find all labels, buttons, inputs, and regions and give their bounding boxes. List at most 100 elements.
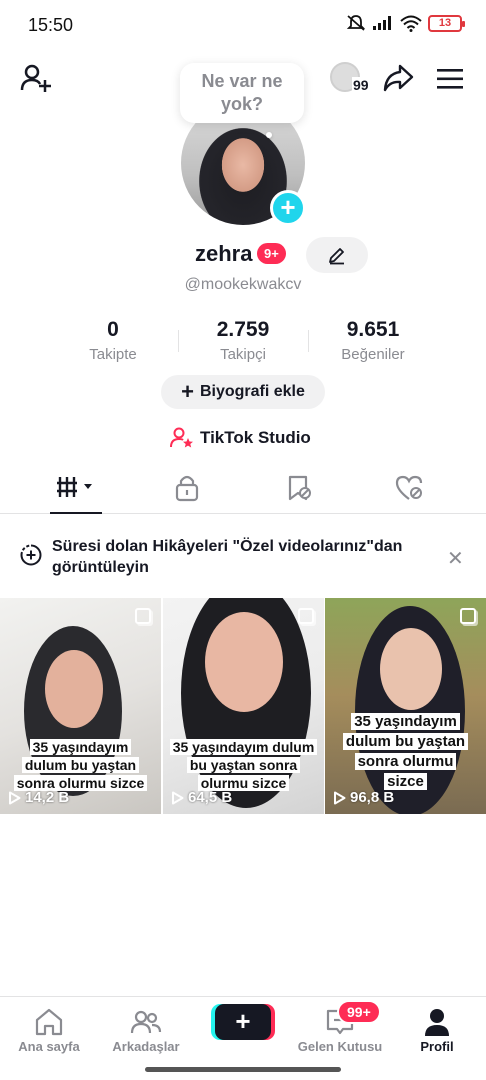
inbox-badge: 99+ <box>337 1000 381 1024</box>
video-grid: 35 yaşındayım dulum bu yaştan sonra olur… <box>0 598 486 814</box>
video-tile[interactable]: 35 yaşındayım dulum bu yaştan sonra olur… <box>0 598 161 814</box>
video-caption: 35 yaşındayım dulum bu yaştan sonra olur… <box>325 712 486 792</box>
add-bio-label: Biyografi ekle <box>199 383 305 400</box>
share-icon[interactable] <box>382 62 414 94</box>
caption-line: 35 yaşındayım <box>351 713 460 730</box>
stats-row: 0 Takipte 2.759 Takipçi 9.651 Beğeniler <box>0 318 486 368</box>
tab-saved[interactable] <box>269 474 329 514</box>
video-caption: 35 yaşındayım dulum bu yaştan sonra olur… <box>163 738 324 792</box>
stat-value: 9.651 <box>346 318 400 341</box>
video-caption: 35 yaşındayım dulum bu yaştan sonra olur… <box>0 738 161 792</box>
bubble-line-2: yok? <box>220 94 263 114</box>
coin-count: 99 <box>352 77 370 93</box>
edit-profile-button[interactable] <box>306 237 368 273</box>
nav-home[interactable]: Ana sayfa <box>4 1005 94 1054</box>
thumbnail-face <box>205 612 283 712</box>
play-icon <box>334 791 346 804</box>
active-tab-indicator <box>50 512 102 514</box>
create-button[interactable]: + <box>215 1004 271 1040</box>
nav-profile[interactable]: Profil <box>392 1005 482 1054</box>
divider <box>308 330 309 352</box>
nav-friends[interactable]: Arkadaşlar <box>101 1005 191 1054</box>
friends-icon <box>130 1010 162 1034</box>
multi-select-icon <box>298 608 314 624</box>
view-count: 14,2 B <box>8 789 69 806</box>
play-icon <box>172 791 184 804</box>
view-count: 96,8 B <box>333 789 394 806</box>
caption-line: dulum bu yaştan <box>21 757 140 773</box>
tiktok-studio-link[interactable]: TikTok Studio <box>170 426 311 450</box>
video-tile[interactable]: 35 yaşındayım dulum bu yaştan sonra olur… <box>163 598 324 814</box>
add-friend-icon[interactable] <box>20 62 52 94</box>
play-icon <box>9 791 21 804</box>
signal-icon <box>373 16 391 30</box>
stat-label: Beğeniler <box>341 346 405 363</box>
status-time: 15:50 <box>28 15 74 35</box>
view-count-value: 14,2 B <box>25 789 70 806</box>
battery-level: 13 <box>438 17 452 29</box>
mute-icon <box>346 15 366 31</box>
view-count-value: 64,5 B <box>188 789 233 806</box>
lock-icon <box>175 475 199 502</box>
nav-inbox-label: Gelen Kutusu <box>297 1039 383 1054</box>
plus-icon: + <box>181 379 194 404</box>
notice-text: Süresi dolan Hikâyeleri "Özel videoların… <box>52 538 403 576</box>
bookmark-hidden-icon <box>288 475 311 501</box>
stat-value: 0 <box>107 318 119 341</box>
studio-label: TikTok Studio <box>200 428 311 447</box>
nav-friends-label: Arkadaşlar <box>112 1039 180 1054</box>
status-icons: 13 <box>346 14 465 32</box>
wifi-icon <box>400 15 422 32</box>
add-bio-button[interactable]: + Biyografi ekle <box>161 375 325 409</box>
tab-liked[interactable] <box>380 474 440 514</box>
caption-line: sizce <box>384 773 427 790</box>
profile-name: zehra <box>195 241 253 266</box>
bubble-line-1: Ne var ne <box>201 71 283 91</box>
name-row: zehra 9+ <box>0 237 486 273</box>
coin-button[interactable]: 99 <box>330 62 370 96</box>
grid-icon <box>57 477 92 497</box>
stat-following[interactable]: 0 Takipte <box>53 318 173 363</box>
nav-home-label: Ana sayfa <box>18 1039 80 1054</box>
notification-badge[interactable]: 9+ <box>257 243 286 264</box>
divider <box>178 330 179 352</box>
caption-line: 35 yaşındayım dulum <box>169 739 318 755</box>
tab-videos[interactable] <box>46 474 106 514</box>
studio-user-star-icon <box>170 427 193 448</box>
username-handle: @mookekwakcv <box>184 276 302 293</box>
stat-followers[interactable]: 2.759 Takipçi <box>183 318 303 363</box>
pencil-icon <box>329 248 344 265</box>
thumbnail-face <box>380 628 442 710</box>
status-note-bubble[interactable]: Ne var ne yok? <box>180 63 304 123</box>
stat-likes[interactable]: 9.651 Beğeniler <box>313 318 433 363</box>
status-bar: 15:50 13 <box>0 0 486 50</box>
caption-line: sonra olurmu <box>354 753 457 770</box>
nav-profile-label: Profil <box>420 1039 454 1054</box>
thumbnail-face <box>45 650 103 728</box>
caption-line: bu yaştan sonra <box>186 757 301 773</box>
caption-line: 35 yaşındayım <box>29 739 132 755</box>
stat-label: Takipte <box>89 346 137 363</box>
tab-private[interactable] <box>157 474 217 514</box>
expired-stories-notice[interactable]: Süresi dolan Hikâyeleri "Özel videoların… <box>0 536 486 580</box>
stat-label: Takipçi <box>220 346 266 363</box>
multi-select-icon <box>460 608 476 624</box>
story-add-icon <box>20 544 42 566</box>
video-tile[interactable]: 35 yaşındayım dulum bu yaştan sonra olur… <box>325 598 486 814</box>
plus-icon: + <box>235 1006 251 1036</box>
view-count-value: 96,8 B <box>350 789 395 806</box>
home-indicator[interactable] <box>145 1067 341 1072</box>
battery-icon: 13 <box>428 14 465 32</box>
profile-tabs <box>0 466 486 514</box>
bubble-tail <box>266 132 272 138</box>
profile-icon <box>425 1009 449 1036</box>
multi-select-icon <box>135 608 151 624</box>
view-count: 64,5 B <box>171 789 232 806</box>
heart-hidden-icon <box>395 475 423 500</box>
menu-icon[interactable] <box>436 68 464 90</box>
close-icon[interactable]: ✕ <box>447 546 464 571</box>
home-icon <box>35 1008 63 1036</box>
add-story-button[interactable]: + <box>270 190 306 226</box>
stat-value: 2.759 <box>216 318 270 341</box>
caption-line: dulum bu yaştan <box>342 733 469 750</box>
